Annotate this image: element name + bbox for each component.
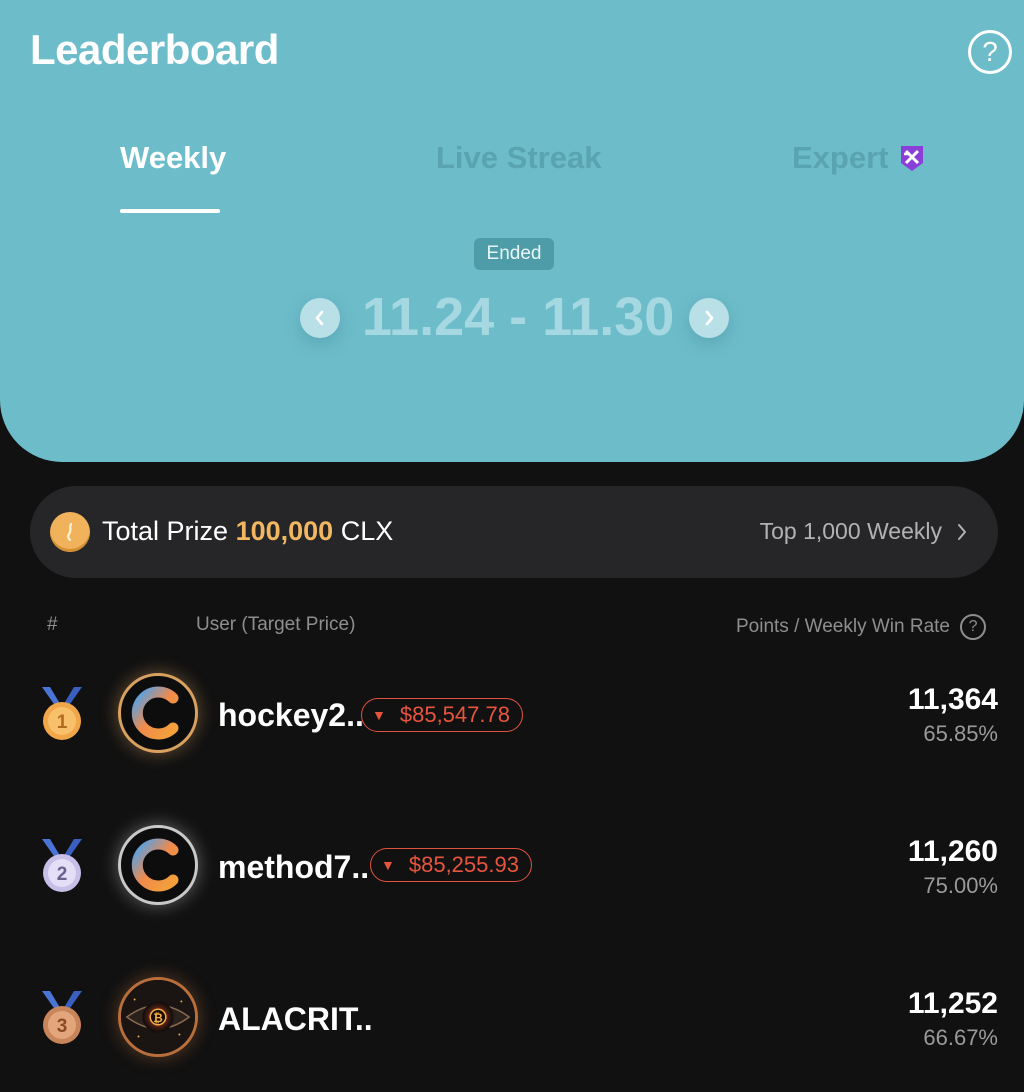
status-badge: Ended [474,238,554,270]
svg-text:₿: ₿ [153,1011,163,1025]
chevron-left-icon [315,310,324,326]
top-weekly-link[interactable]: Top 1,000 Weekly [760,518,968,545]
tab-expert[interactable]: Expert [792,140,926,176]
chevron-right-icon [958,523,966,540]
medal-rank-text: 2 [57,864,68,885]
gold-medal-icon: 1 [42,687,82,740]
column-header-points: Points / Weekly Win Rate ? [736,614,987,640]
leaderboard-row[interactable]: 3 ₿ ALACRIT.. 11,252 66.67% [0,957,1024,1077]
prize-label: Total Prize [102,516,229,546]
leaderboard-row[interactable]: 1 hockey2.. ▼ $85,547.78 11,364 65.85% [0,653,1024,773]
bitcoin-eye-icon: ₿ [121,980,195,1054]
total-prize-text: Total Prize 100,000 CLX [102,516,393,547]
win-rate-value: 75.00% [923,873,998,898]
avatar[interactable] [118,825,198,905]
leaderboard-row[interactable]: 2 method7.. ▼ $85,255.93 11,260 75.00% [0,805,1024,925]
down-triangle-icon: ▼ [372,707,386,723]
target-price-badge: ▼ $85,547.78 [361,698,523,732]
tab-weekly[interactable]: Weekly [120,140,226,176]
expert-shield-icon [901,146,924,171]
next-week-button[interactable] [689,298,729,338]
bronze-medal-icon: 3 [42,991,82,1044]
coinbase-logo-icon [131,838,179,892]
prize-amount: 100,000 [235,516,334,546]
target-price-badge: ▼ $85,255.93 [370,848,532,882]
active-tab-indicator [120,209,220,213]
top-weekly-label: Top 1,000 Weekly [759,518,942,544]
username: method7.. [218,849,370,885]
avatar[interactable]: ₿ [118,977,198,1057]
medal-rank-text: 3 [57,1016,68,1037]
username: hockey2.. [218,697,364,733]
win-rate-value: 66.67% [923,1025,998,1050]
avatar[interactable] [118,673,198,753]
chevron-right-icon [705,310,714,326]
target-price-value: $85,255.93 [408,852,519,877]
question-circle-icon[interactable]: ? [960,614,987,640]
header-panel: Leaderboard ? Weekly Live Streak Expert … [0,0,1024,462]
column-header-user: User (Target Price) [196,614,356,635]
medal-rank-text: 1 [57,712,68,733]
down-triangle-icon: ▼ [381,857,395,873]
page-title: Leaderboard [30,26,279,73]
points-value: 11,260 [907,835,998,868]
tab-expert-label: Expert [792,140,889,175]
points-value: 11,364 [907,683,998,716]
column-header-points-label: Points / Weekly Win Rate [736,616,951,637]
coin-icon [50,512,90,552]
prev-week-button[interactable] [300,298,340,338]
silver-medal-icon: 2 [42,839,82,892]
tab-live-streak[interactable]: Live Streak [436,140,601,176]
prize-currency: CLX [340,516,394,546]
points-value: 11,252 [907,987,998,1020]
win-rate-value: 65.85% [923,721,998,746]
column-header-rank: # [47,614,58,635]
help-icon[interactable]: ? [968,30,1012,74]
username: ALACRIT.. [218,1001,373,1037]
target-price-value: $85,547.78 [399,702,510,727]
coinbase-logo-icon [131,686,179,740]
total-prize-bar[interactable]: Total Prize 100,000 CLX Top 1,000 Weekly [30,486,998,578]
week-date-range: 11.24 - 11.30 [362,287,675,347]
